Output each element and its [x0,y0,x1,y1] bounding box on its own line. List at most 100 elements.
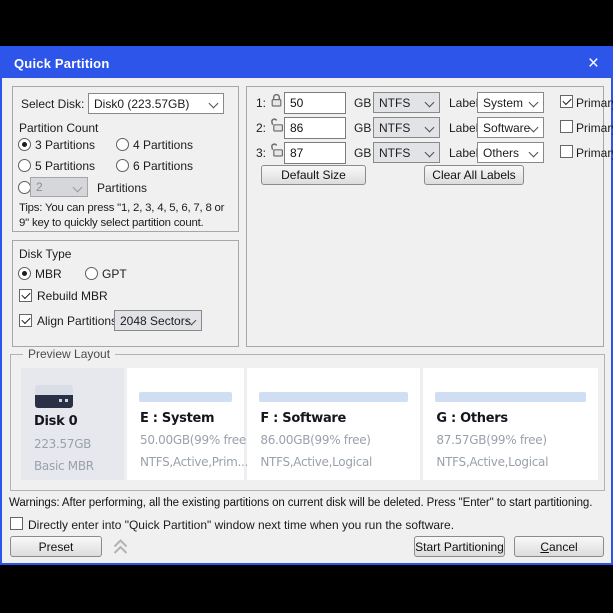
volume-label-dropdown[interactable]: System [477,92,544,113]
radio-3-partitions[interactable] [18,138,31,151]
partition-attrs: NTFS,Active,Logical [436,455,548,469]
default-size-button-label: Default Size [281,168,346,182]
radio-5-partitions[interactable] [18,159,31,172]
chevron-down-icon [425,98,435,108]
partition-size: 50.00GB(99% free) [140,433,250,447]
chevron-down-icon [529,148,539,158]
radio-gpt[interactable] [85,267,98,280]
partition-title: F : Software [260,411,346,426]
cancel-button-label: Cancel [540,540,577,554]
volume-label-dropdown[interactable]: Others [477,142,544,163]
custom-count-value: 2 [36,180,43,194]
clear-all-labels-button-label: Clear All Labels [432,168,515,182]
partition-settings-group: 1: GB NTFS Label: System Primary 2: [246,86,604,347]
rebuild-mbr-checkbox[interactable] [19,289,32,302]
chevron-down-icon [529,98,539,108]
filesystem-value: NTFS [379,146,410,160]
select-disk-dropdown[interactable]: Disk0 (223.57GB) [88,93,224,114]
filesystem-dropdown[interactable]: NTFS [373,92,440,113]
filesystem-value: NTFS [379,121,410,135]
partition-usage-bar [435,392,586,402]
align-sectors-dropdown[interactable]: 2048 Sectors [114,310,202,331]
align-sectors-value: 2048 Sectors [120,314,191,328]
chevron-down-icon [209,99,219,109]
partition-size-input[interactable] [284,142,346,164]
clear-all-labels-button[interactable]: Clear All Labels [424,165,524,185]
size-unit-label: GB [354,121,371,135]
hard-disk-icon [35,385,73,408]
radio-4-partitions[interactable] [116,138,129,151]
custom-count-dropdown[interactable]: 2 [30,177,88,197]
size-unit-label: GB [354,96,371,110]
radio-4-partitions-label[interactable]: 4 Partitions [133,138,193,152]
warning-text: Warnings: After performing, all the exis… [9,497,592,509]
custom-count-suffix: Partitions [97,181,147,195]
radio-5-partitions-label[interactable]: 5 Partitions [35,159,95,173]
title-bar: Quick Partition × [2,48,611,78]
preview-partition-g[interactable]: G : Others 87.57GB(99% free) NTFS,Active… [423,368,598,480]
double-chevron-up-icon[interactable] [112,537,129,556]
radio-6-partitions[interactable] [116,159,129,172]
primary-checkbox[interactable] [560,95,573,108]
disk-scheme: Basic MBR [34,459,94,473]
partition-title: E : System [140,411,214,426]
primary-checkbox[interactable] [560,145,573,158]
preview-panel: Disk 0 223.57GB Basic MBR E : System 50.… [21,368,598,480]
partition-attrs: NTFS,Active,Logical [260,455,372,469]
auto-enter-label[interactable]: Directly enter into "Quick Partition" wi… [28,518,454,532]
start-partitioning-button-label: Start Partitioning [415,540,504,554]
disk-name: Disk 0 [34,414,77,429]
radio-gpt-label[interactable]: GPT [102,267,127,281]
disk-size: 223.57GB [34,437,91,451]
cancel-button[interactable]: Cancel [514,536,604,557]
tips-text: Tips: You can press "1, 2, 3, 4, 5, 6, 7… [19,201,235,231]
disk-type-group: Disk Type MBR GPT Rebuild MBR Align Part… [12,240,239,347]
partition-size: 87.57GB(99% free) [436,433,546,447]
radio-mbr[interactable] [18,267,31,280]
filesystem-value: NTFS [379,96,410,110]
default-size-button[interactable]: Default Size [261,165,366,185]
chevron-down-icon [425,148,435,158]
select-disk-label: Select Disk: [21,97,84,111]
partition-usage-bar [139,392,232,402]
primary-label[interactable]: Primary [576,121,613,135]
radio-3-partitions-label[interactable]: 3 Partitions [35,138,95,152]
select-disk-group: Select Disk: Disk0 (223.57GB) Partition … [12,86,239,232]
preview-partition-e[interactable]: E : System 50.00GB(99% free) NTFS,Active… [127,368,244,480]
partition-count-heading: Partition Count [19,121,98,135]
partition-row-index: 3: [256,146,266,160]
rebuild-mbr-label[interactable]: Rebuild MBR [37,289,108,303]
chevron-down-icon [73,183,83,193]
lock-closed-icon[interactable] [269,93,284,108]
auto-enter-checkbox[interactable] [10,517,23,530]
partition-row-index: 1: [256,96,266,110]
partition-size-input[interactable] [284,92,346,114]
lock-open-icon[interactable] [269,118,285,133]
partition-size: 86.00GB(99% free) [260,433,370,447]
volume-label-value: Software [483,121,530,135]
align-partitions-label[interactable]: Align Partitions: [37,314,120,328]
partition-usage-bar [259,392,408,402]
lock-open-icon[interactable] [269,143,285,158]
screen: Quick Partition × Select Disk: Disk0 (22… [0,0,613,613]
align-partitions-checkbox[interactable] [19,314,32,327]
filesystem-dropdown[interactable]: NTFS [373,117,440,138]
quick-partition-dialog: Quick Partition × Select Disk: Disk0 (22… [0,46,613,565]
radio-6-partitions-label[interactable]: 6 Partitions [133,159,193,173]
primary-label[interactable]: Primary [576,146,613,160]
close-icon[interactable]: × [588,54,599,73]
partition-row-index: 2: [256,121,266,135]
preview-disk-cell[interactable]: Disk 0 223.57GB Basic MBR [21,368,124,480]
select-disk-value: Disk0 (223.57GB) [94,97,189,111]
partition-size-input[interactable] [284,117,346,139]
filesystem-dropdown[interactable]: NTFS [373,142,440,163]
volume-label-dropdown[interactable]: Software [477,117,544,138]
radio-mbr-label[interactable]: MBR [35,267,62,281]
primary-label[interactable]: Primary [576,96,613,110]
preview-partition-f[interactable]: F : Software 86.00GB(99% free) NTFS,Acti… [247,368,420,480]
preset-button[interactable]: Preset [10,536,102,557]
preview-layout-heading: Preview Layout [23,347,115,361]
preset-button-label: Preset [39,540,74,554]
start-partitioning-button[interactable]: Start Partitioning [414,536,505,557]
primary-checkbox[interactable] [560,120,573,133]
